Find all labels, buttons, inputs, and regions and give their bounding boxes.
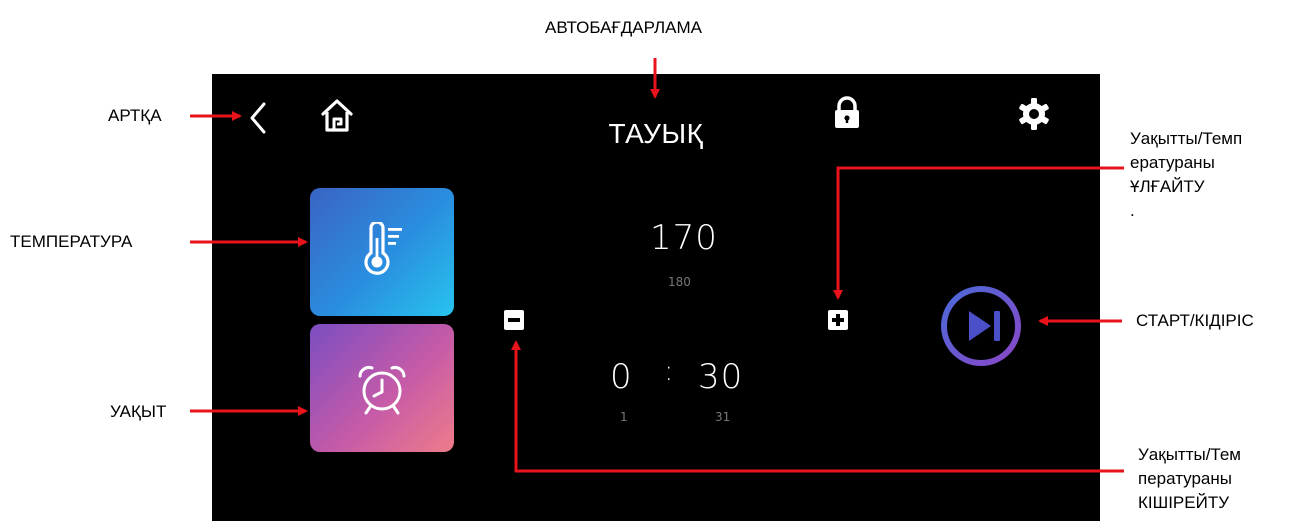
label-back: АРТҚА (108, 106, 162, 125)
label-autoprogram: АВТОБАҒДАРЛАМА (545, 18, 702, 37)
label-increase: Уақытты/Темп ератураны ҰЛҒАЙТУ . (1130, 129, 1243, 220)
label-time: УАҚЫТ (110, 402, 167, 421)
label-start-pause: СТАРТ/КІДІРІС (1136, 311, 1254, 330)
label-decrease: Уақытты/Тем пературaны КІШІРЕЙТУ (1138, 445, 1241, 512)
callout-arrows (190, 58, 1124, 473)
label-temperature: ТЕМПЕРАТУРА (10, 232, 133, 251)
